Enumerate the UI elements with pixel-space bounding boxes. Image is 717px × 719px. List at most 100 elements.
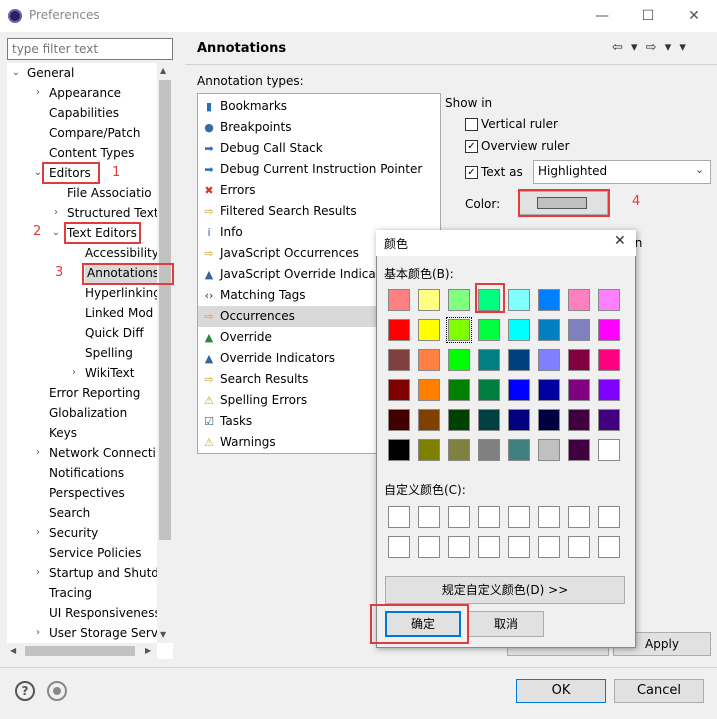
basic-color-swatch[interactable] [388, 409, 410, 431]
custom-color-swatch[interactable] [418, 536, 440, 558]
custom-color-swatch[interactable] [568, 536, 590, 558]
text-as-checkbox[interactable]: ✓ [465, 166, 478, 179]
annotation-type-item[interactable]: ▮ Bookmarks [202, 96, 287, 117]
custom-color-swatch[interactable] [538, 536, 560, 558]
basic-color-swatch[interactable] [388, 379, 410, 401]
basic-color-swatch[interactable] [538, 349, 560, 371]
tree-item[interactable]: Hyperlinking [85, 283, 161, 303]
tree-item[interactable]: Tracing [49, 583, 92, 603]
basic-color-swatch[interactable] [418, 379, 440, 401]
basic-color-swatch[interactable] [598, 409, 620, 431]
tree-collapsed-arrow-icon[interactable]: › [33, 523, 43, 543]
annotation-type-item[interactable]: ⇨ Search Results [202, 369, 308, 390]
basic-color-swatch[interactable] [598, 379, 620, 401]
basic-color-swatch[interactable] [568, 289, 590, 311]
tree-item[interactable]: Search [49, 503, 90, 523]
basic-color-swatch[interactable] [568, 439, 590, 461]
custom-color-swatch[interactable] [538, 506, 560, 528]
basic-color-swatch[interactable] [448, 349, 470, 371]
basic-color-swatch[interactable] [538, 409, 560, 431]
tree-vertical-scroll-thumb[interactable] [159, 80, 171, 540]
define-custom-colors-button[interactable]: 规定自定义颜色(D) >> [385, 576, 625, 604]
tree-item[interactable]: Spelling [85, 343, 133, 363]
annotation-type-item[interactable]: ⇨ Filtered Search Results [202, 201, 356, 222]
custom-color-swatch[interactable] [478, 506, 500, 528]
tree-item[interactable]: WikiText [85, 363, 135, 383]
basic-color-swatch[interactable] [508, 349, 530, 371]
basic-color-swatch[interactable] [418, 289, 440, 311]
basic-color-swatch[interactable] [446, 317, 472, 343]
tree-item[interactable]: Quick Diff [85, 323, 144, 343]
tree-item[interactable]: Structured Text [67, 203, 159, 223]
basic-color-swatch[interactable] [388, 439, 410, 461]
tree-collapsed-arrow-icon[interactable]: › [69, 363, 79, 383]
annotation-type-item[interactable]: ⇨ JavaScript Occurrences [202, 243, 358, 264]
tree-collapsed-arrow-icon[interactable]: › [51, 203, 61, 223]
custom-color-swatch[interactable] [598, 536, 620, 558]
basic-color-swatch[interactable] [568, 349, 590, 371]
tree-item[interactable]: Perspectives [49, 483, 125, 503]
tree-item[interactable]: Appearance [49, 83, 121, 103]
custom-color-swatch[interactable] [508, 506, 530, 528]
scroll-up-arrow-icon[interactable]: ▲ [160, 66, 166, 75]
basic-color-swatch[interactable] [388, 349, 410, 371]
maximize-button[interactable]: ☐ [625, 0, 671, 32]
tree-expanded-arrow-icon[interactable]: ⌄ [11, 63, 21, 83]
basic-color-swatch[interactable] [448, 439, 470, 461]
help-icon[interactable]: ? [15, 681, 35, 701]
tree-item[interactable]: Startup and Shutd [49, 563, 159, 583]
basic-color-swatch[interactable] [598, 439, 620, 461]
tree-horizontal-scroll-thumb[interactable] [25, 646, 135, 656]
annotation-type-item[interactable]: ➡ Debug Call Stack [202, 138, 322, 159]
annotation-type-item[interactable]: i Info [202, 222, 242, 243]
tree-item[interactable]: Globalization [49, 403, 127, 423]
cancel-button[interactable]: Cancel [614, 679, 704, 703]
basic-color-swatch[interactable] [508, 439, 530, 461]
basic-color-swatch[interactable] [538, 319, 560, 341]
custom-color-swatch[interactable] [478, 536, 500, 558]
custom-color-swatch[interactable] [508, 536, 530, 558]
basic-color-swatch[interactable] [478, 319, 500, 341]
basic-color-swatch[interactable] [478, 409, 500, 431]
basic-color-swatch[interactable] [448, 289, 470, 311]
basic-color-swatch[interactable] [568, 319, 590, 341]
tree-item[interactable]: UI Responsiveness [49, 603, 161, 623]
history-nav-arrows-icon[interactable]: ⇦ ▾ ⇨ ▾ ▾ [612, 40, 688, 55]
custom-color-swatch[interactable] [388, 536, 410, 558]
color-dialog-cancel-button[interactable]: 取消 [468, 611, 544, 637]
tree-item[interactable]: Keys [49, 423, 77, 443]
tree-expanded-arrow-icon[interactable]: ⌄ [51, 223, 61, 243]
basic-color-swatch[interactable] [418, 349, 440, 371]
annotation-type-item[interactable]: ✖ Errors [202, 180, 255, 201]
annotation-type-item[interactable]: ⚠ Warnings [202, 432, 276, 453]
basic-color-swatch[interactable] [598, 319, 620, 341]
tree-item[interactable]: General [27, 63, 74, 83]
scroll-right-arrow-icon[interactable]: ▶ [145, 646, 151, 655]
basic-color-swatch[interactable] [508, 379, 530, 401]
basic-color-swatch[interactable] [508, 319, 530, 341]
basic-color-swatch[interactable] [388, 319, 410, 341]
basic-color-swatch[interactable] [418, 319, 440, 341]
basic-color-swatch[interactable] [508, 409, 530, 431]
overview-ruler-checkbox[interactable]: ✓ [465, 140, 478, 153]
basic-color-swatch[interactable] [388, 289, 410, 311]
preference-tree[interactable]: ⌄ General › Appearance Capabilities Compare/P… [7, 63, 173, 659]
basic-color-swatch[interactable] [478, 349, 500, 371]
basic-color-swatch[interactable] [478, 439, 500, 461]
vertical-ruler-checkbox[interactable] [465, 118, 478, 131]
annotation-type-item[interactable]: ▲ JavaScript Override Indicat [202, 264, 381, 285]
basic-color-swatch[interactable] [538, 379, 560, 401]
tree-item[interactable]: Error Reporting [49, 383, 140, 403]
tree-item[interactable]: Service Policies [49, 543, 142, 563]
basic-color-swatch[interactable] [418, 409, 440, 431]
minimize-button[interactable]: — [579, 0, 625, 32]
basic-color-swatch[interactable] [568, 409, 590, 431]
tree-collapsed-arrow-icon[interactable]: › [33, 623, 43, 643]
tree-item[interactable]: Accessibility [85, 243, 159, 263]
color-dialog-close-icon[interactable]: ✕ [614, 233, 626, 249]
basic-color-swatch[interactable] [598, 349, 620, 371]
tree-item[interactable]: File Associatio [67, 183, 152, 203]
annotation-type-item[interactable]: ● Breakpoints [202, 117, 291, 138]
scroll-left-arrow-icon[interactable]: ◀ [10, 646, 16, 655]
tree-item[interactable]: Notifications [49, 463, 124, 483]
